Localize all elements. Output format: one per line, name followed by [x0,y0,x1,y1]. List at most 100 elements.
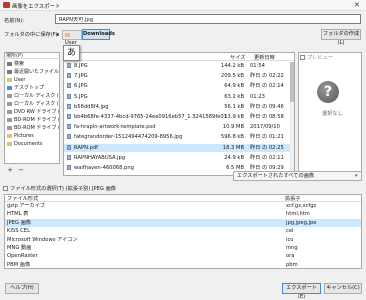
file-type-header: ファイル形式 拡張子 [5,195,361,202]
place-item[interactable]: 最近開いたファイル [5,68,59,76]
file-type-name: PBM 画像 [7,261,31,268]
file-row[interactable]: RAPNHAYABUSA.jpg 24.9 kB 昨日 の 02:11 [64,154,294,162]
place-label: BD-ROM ドライブ (G:) [14,125,59,131]
file-type-row[interactable]: HTML 表 html,htm [5,210,361,219]
file-size: 10.9 MB [222,124,244,131]
back-arrow-icon[interactable]: ◂ [53,30,61,40]
file-icon [67,73,71,79]
file-type-row[interactable]: gzip アーカイブ xcf.gz,xcfgz [5,202,361,211]
place-icon [7,141,12,146]
file-rows: 8.JPG 144.2 kB 01:54 7.JPG 209.5 kB 昨日 の 02:2… [64,62,294,175]
place-item[interactable]: ローカル ディスク (D:) [5,100,59,108]
place-label: DVD RW ドライブ (E:) [14,109,59,115]
preview-checkbox[interactable] [300,55,305,60]
file-icon [67,103,71,109]
file-row[interactable]: 7.JPG 209.5 kB 昨日 の 02:22 [64,72,294,80]
file-type-row[interactable]: Microsoft Windows アイコン ico [5,236,361,245]
file-icon [67,154,71,160]
file-name: b56dd8f4.jpg [67,103,227,111]
filename-input[interactable]: RAPN天可.jpg [55,14,361,24]
file-type-row[interactable]: MNG 動画 mng [5,244,361,253]
file-name-text: 8.JPG [74,63,88,69]
file-type-row[interactable]: JPEG 画像 jpg,jpeg,jpe [5,218,361,228]
preview-label: プレビュー [307,55,333,61]
column-extension[interactable]: 拡張子 [285,195,301,202]
breadcrumb-user[interactable]: User [62,30,82,46]
file-modified: 01:23 [250,93,265,100]
file-icon [67,134,71,140]
file-type-row[interactable]: KISS CEL cel [5,227,361,236]
file-name: 6.JPG [67,82,227,90]
add-place-button[interactable]: + [6,167,14,175]
close-icon[interactable]: ✕ [354,1,360,9]
file-row[interactable]: bb4b68fe-4337-4bcd-9765-24ee0916eb57_1.3… [64,113,294,121]
file-row[interactable]: 8.JPG 144.2 kB 01:54 [64,62,294,70]
create-folder-button[interactable]: フォルダの作成(L) [321,29,361,46]
file-type-expander[interactable] [3,186,8,191]
column-file-type[interactable]: ファイル形式 [7,195,38,202]
file-modified: 昨日 の 01:21 [250,134,284,141]
place-item[interactable]: BD-ROM ドライブ (F:) [5,116,59,124]
file-size: 24.9 kB [224,154,244,161]
file-name-text: fategrandorder-151249447420­9-8956.jpg [74,134,183,141]
place-item[interactable]: デスクトップ [5,84,59,92]
ime-indicator: あ [63,45,80,61]
place-item[interactable]: Pictures [5,132,59,140]
file-row[interactable]: b56dd8f4.jpg 56.1 kB 昨日 の 09:46 [64,103,294,111]
file-name-text: waifhaven-460068.png [74,165,134,171]
place-icon [7,125,12,130]
file-filter-select[interactable]: エクスポートされたすべての画像 [233,171,362,181]
breadcrumb-downloads[interactable]: Downloads [82,29,115,40]
file-modified: 昨日 の 08:58 [250,114,284,120]
question-icon: ? [317,81,339,103]
file-row[interactable]: 5.JPG 63.2 kB 01:23 [64,93,294,101]
file-type-name: Microsoft Windows アイコン [7,236,78,243]
file-name: bb4b68fe-4337-4bcd-9765-24ee0916eb57_1.3… [67,113,227,121]
column-size[interactable]: サイズ [230,54,245,61]
file-name-text: RAPN.pdf [74,144,99,151]
place-item[interactable]: DVD RW ドライブ (E:) [5,108,59,116]
file-type-row[interactable]: OpenRaster ora [5,252,361,261]
place-item[interactable]: User [5,76,59,84]
place-icon [7,77,12,82]
place-label: BD-ROM ドライブ (F:) [14,117,59,123]
file-modified: 2017/09/10 [250,124,280,131]
place-item[interactable]: BD-ROM ドライブ (G:) [5,124,59,132]
place-item[interactable]: 検索 [5,60,59,68]
place-item[interactable]: ローカル ディスク (C:) [5,92,59,100]
export-button[interactable]: エクスポート(E) [282,283,321,300]
help-button[interactable]: ヘルプ(H) [5,283,39,294]
file-type-name: HTML 表 [7,211,29,218]
file-icon [67,114,71,119]
file-row[interactable]: fa-hrapin-artwork-template.psd 10.9 MB 201… [64,123,294,131]
place-item[interactable]: Documents [5,140,59,148]
place-icon [7,117,12,122]
file-size: 209.5 kB [220,73,244,80]
place-label: ローカル ディスク (D:) [14,101,59,107]
column-modified[interactable]: 更新日時 [254,54,275,61]
place-label: Documents [14,141,43,147]
place-label: ローカル ディスク (C:) [14,93,59,99]
place-label: User [14,77,26,83]
name-label: 名前(N): [4,18,25,24]
file-type-extension: mng [286,245,298,251]
file-row[interactable]: RAPN.pdf 18.3 MB 昨日 の 02:25 [64,143,294,152]
file-name-text: 5.JPG [74,93,88,100]
file-modified: 昨日 の 09:46 [250,103,284,110]
file-row[interactable]: fategrandorder-151249447420­9-8956.jpg 59… [64,133,294,141]
save-folder-label: フォルダの中に保存(F): [4,32,60,38]
file-name: 8.JPG [67,62,227,70]
file-size: 144.2 kB [220,63,244,69]
remove-place-button[interactable]: − [17,167,25,175]
file-row[interactable]: 6.JPG 64.9 kB 昨日 の 02:14 [64,82,294,90]
scrollbar-thumb[interactable] [290,62,294,102]
chevron-down-icon[interactable]: ▾ [355,173,358,179]
file-type-row[interactable]: PBM 画像 pbm [5,261,361,270]
cancel-button[interactable]: キャンセル(C) [324,283,362,294]
preview-status: 選択なし [322,111,343,117]
file-type-rows: gzip アーカイブ xcf.gz,xcfgz HTML 表 html,htm JPEG… [5,202,361,269]
file-type-name: OpenRaster [7,253,38,260]
file-type-toggle[interactable]: ファイル形式の選択(T) (拡張子別) JPEG 画像 [10,185,116,192]
file-size: 63.2 kB [224,93,244,100]
file-name-text: fa-hrapin-artwork-template.psd [74,124,156,131]
